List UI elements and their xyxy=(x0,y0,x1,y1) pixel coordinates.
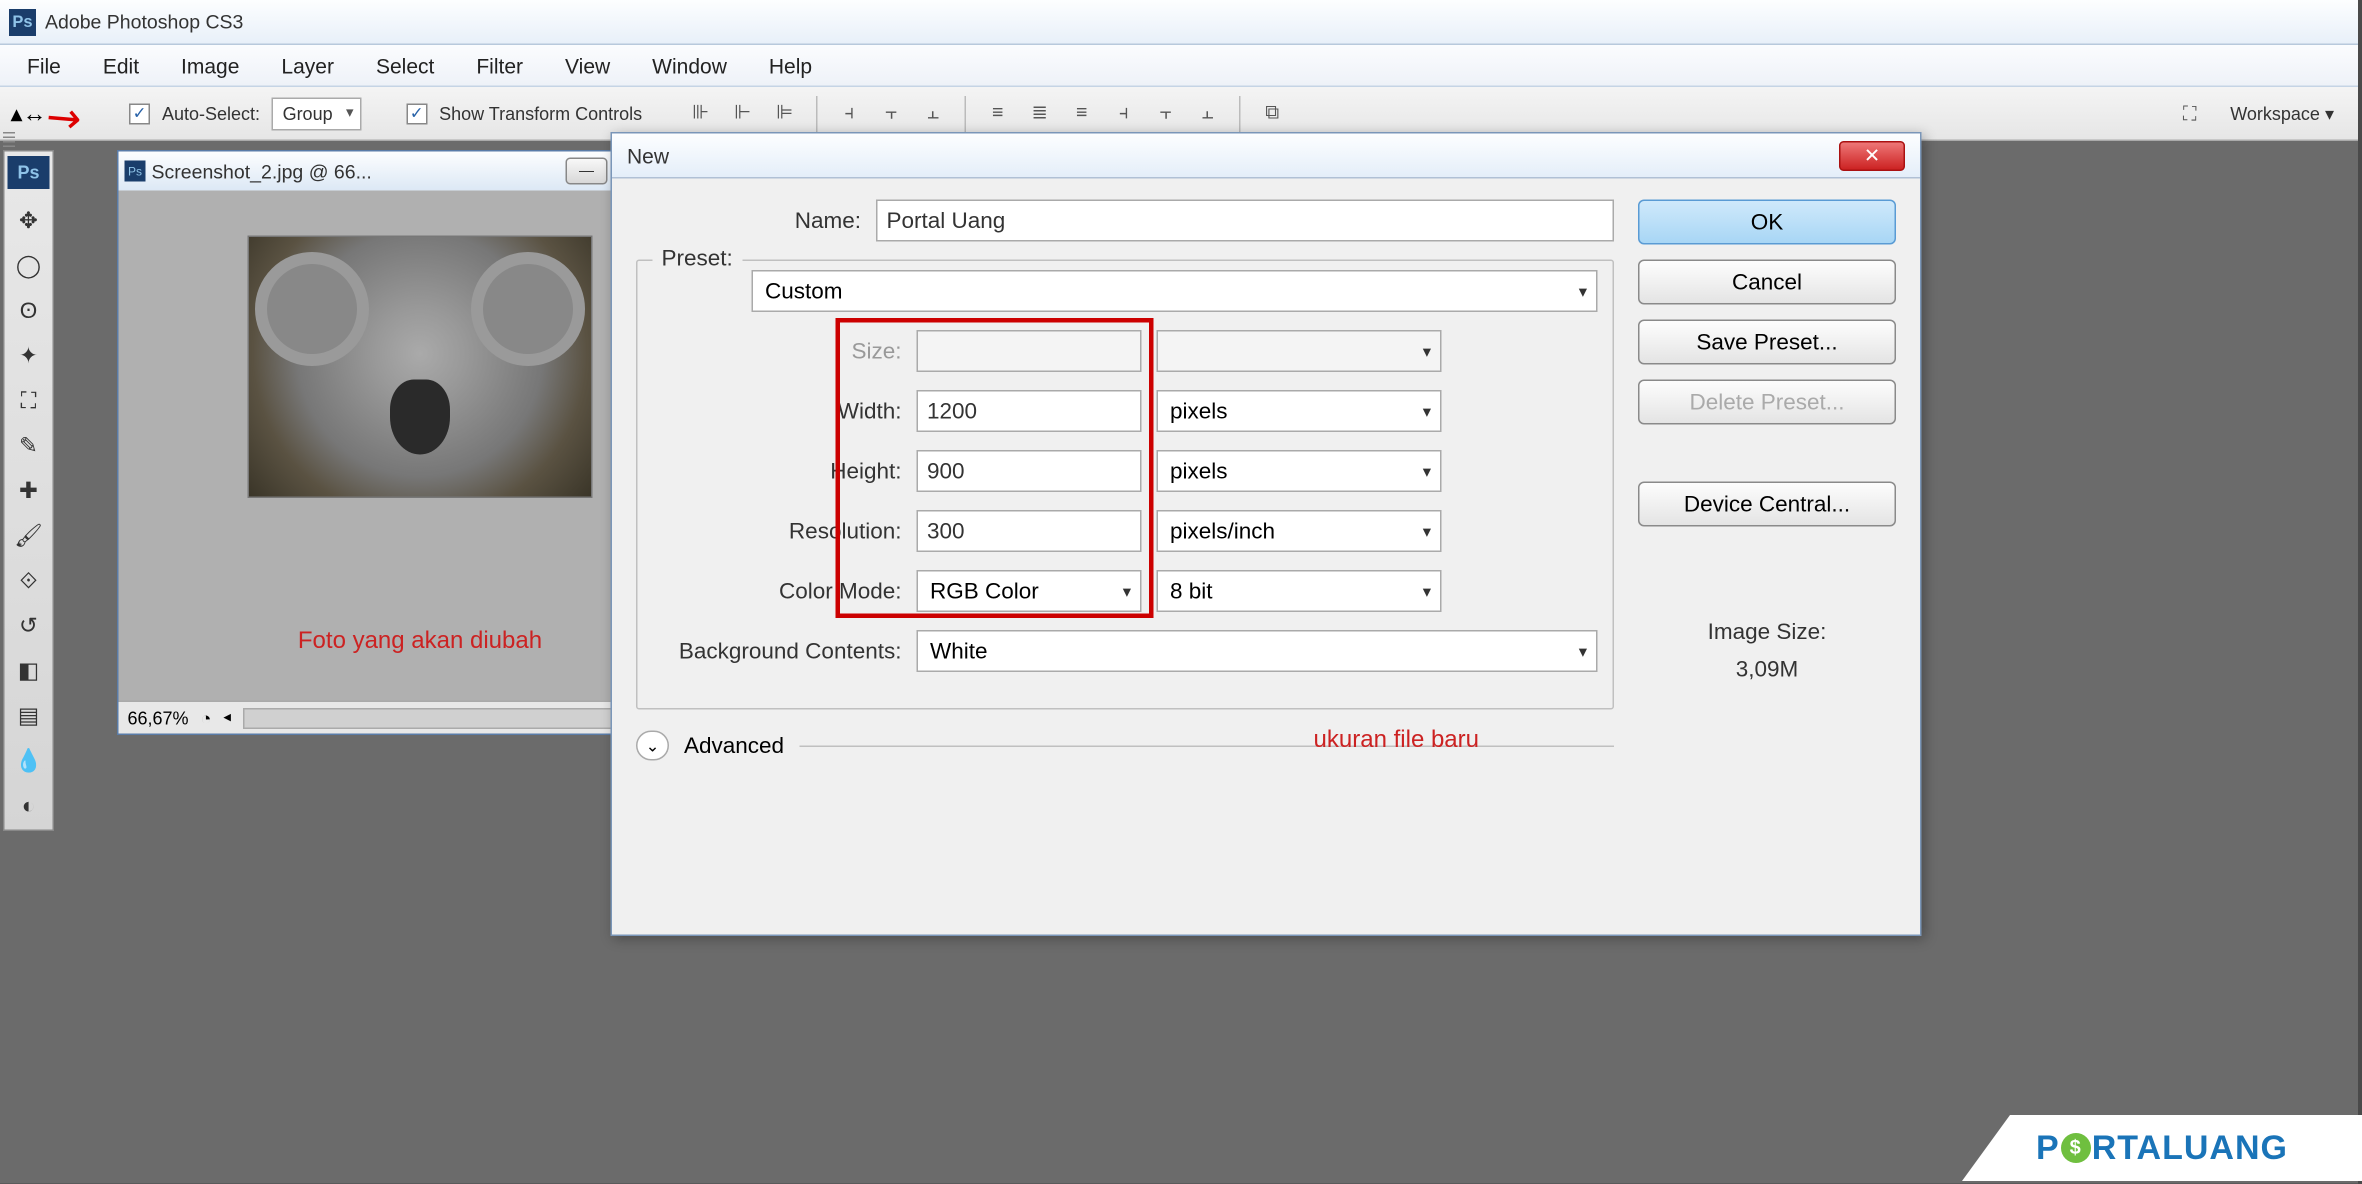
app-title: Adobe Photoshop CS3 xyxy=(45,11,243,34)
cancel-button[interactable]: Cancel xyxy=(1638,260,1896,305)
align-icon[interactable]: ⫟ xyxy=(875,95,908,128)
dialog-close-button[interactable]: ✕ xyxy=(1839,140,1905,170)
align-icon[interactable]: ⊫ xyxy=(768,95,801,128)
wand-tool[interactable]: ✦ xyxy=(9,336,48,375)
device-central-button[interactable]: Device Central... xyxy=(1638,482,1896,527)
preset-label: Preset: xyxy=(662,246,733,272)
workspace-button[interactable]: Workspace ▾ xyxy=(2218,98,2346,128)
eyedropper-tool[interactable]: ✎ xyxy=(9,426,48,465)
koala-image xyxy=(249,237,591,497)
resolution-input[interactable]: 300 xyxy=(917,510,1142,552)
doc-info-icon[interactable]: ◔ xyxy=(201,707,212,728)
bg-contents-label: Background Contents: xyxy=(653,638,902,664)
auto-select-dropdown[interactable]: Group xyxy=(272,97,361,130)
size-annotation: ukuran file baru xyxy=(1314,728,1479,755)
height-input[interactable]: 900 xyxy=(917,450,1142,492)
image-size-value: 3,09M xyxy=(1638,657,1896,683)
heal-tool[interactable]: ✚ xyxy=(9,471,48,510)
distribute-icon[interactable]: ≣ xyxy=(1023,95,1056,128)
menu-file[interactable]: File xyxy=(6,47,82,83)
height-unit-select[interactable]: pixels xyxy=(1157,450,1442,492)
dialog-titlebar[interactable]: New ✕ xyxy=(612,134,1920,179)
app-icon: Ps xyxy=(9,8,36,35)
new-dialog: New ✕ Name: Portal Uang Preset: xyxy=(611,132,1922,936)
minimize-button[interactable]: — xyxy=(566,158,608,185)
history-brush-tool[interactable]: ↺ xyxy=(9,606,48,645)
ps-badge-icon: Ps xyxy=(8,156,50,189)
align-icon[interactable]: ⫞ xyxy=(833,95,866,128)
dodge-tool[interactable]: ◐ xyxy=(9,786,48,825)
advanced-label: Advanced xyxy=(684,733,784,759)
align-icon[interactable]: ⊪ xyxy=(684,95,717,128)
align-icon[interactable]: ⫠ xyxy=(917,95,950,128)
advanced-toggle[interactable]: ⌄ xyxy=(636,731,669,761)
workspace: Ps ✥ ◯ ʘ ✦ ⛶ ✎ ✚ 🖌 ⟐ ↺ ◧ ▤ 💧 ◐ Ps Screen… xyxy=(0,141,2358,1184)
name-label: Name: xyxy=(636,208,861,234)
distribute-icon[interactable]: ≡ xyxy=(1065,95,1098,128)
resolution-unit-select[interactable]: pixels/inch xyxy=(1157,510,1442,552)
align-icons: ⊪ ⊩ ⊫ ⫞ ⫟ ⫠ ≡ ≣ ≡ ⫞ ⫟ ⫠ ⧉ xyxy=(684,95,1289,131)
save-preset-button[interactable]: Save Preset... xyxy=(1638,320,1896,365)
resolution-label: Resolution: xyxy=(653,518,902,544)
menu-window[interactable]: Window xyxy=(631,47,748,83)
width-input[interactable]: 1200 xyxy=(917,390,1142,432)
distribute-icon[interactable]: ⫟ xyxy=(1149,95,1182,128)
distribute-icon[interactable]: ⫠ xyxy=(1191,95,1224,128)
align-icon[interactable]: ⊩ xyxy=(726,95,759,128)
title-bar: Ps Adobe Photoshop CS3 xyxy=(0,0,2358,45)
show-transform-label: Show Transform Controls xyxy=(439,103,642,124)
screen-mode-icon[interactable]: ⛶ xyxy=(2173,97,2206,130)
dialog-title: New xyxy=(627,143,1839,167)
stamp-tool[interactable]: ⟐ xyxy=(9,561,48,600)
color-depth-select[interactable]: 8 bit xyxy=(1157,570,1442,612)
auto-select-checkbox[interactable]: ✓ xyxy=(129,103,150,124)
auto-select-label: Auto-Select: xyxy=(162,103,260,124)
zoom-level[interactable]: 66,67% xyxy=(128,707,189,728)
width-label: Width: xyxy=(653,398,902,424)
tool-palette: Ps ✥ ◯ ʘ ✦ ⛶ ✎ ✚ 🖌 ⟐ ↺ ◧ ▤ 💧 ◐ xyxy=(3,150,54,831)
menu-filter[interactable]: Filter xyxy=(455,47,544,83)
show-transform-checkbox[interactable]: ✓ xyxy=(406,103,427,124)
distribute-icon[interactable]: ⫞ xyxy=(1107,95,1140,128)
name-input[interactable]: Portal Uang xyxy=(876,200,1614,242)
color-mode-label: Color Mode: xyxy=(653,578,902,604)
lasso-tool[interactable]: ʘ xyxy=(9,291,48,330)
menu-view[interactable]: View xyxy=(544,47,631,83)
document-title: Screenshot_2.jpg @ 66... xyxy=(152,160,560,183)
move-tool[interactable]: ✥ xyxy=(9,201,48,240)
size-input xyxy=(917,330,1142,372)
arrange-icon[interactable]: ⧉ xyxy=(1256,95,1289,128)
marquee-tool[interactable]: ◯ xyxy=(9,246,48,285)
watermark-logo: P$RTALUANG xyxy=(1962,1115,2362,1181)
crop-tool[interactable]: ⛶ xyxy=(9,381,48,420)
size-label: Size: xyxy=(653,338,902,364)
menu-edit[interactable]: Edit xyxy=(82,47,160,83)
menu-layer[interactable]: Layer xyxy=(260,47,355,83)
brush-tool[interactable]: 🖌 xyxy=(9,516,48,555)
width-unit-select[interactable]: pixels xyxy=(1157,390,1442,432)
size-unit-select xyxy=(1157,330,1442,372)
doc-icon: Ps xyxy=(125,161,146,182)
menu-select[interactable]: Select xyxy=(355,47,455,83)
image-size-label: Image Size: xyxy=(1638,620,1896,646)
color-mode-select[interactable]: RGB Color xyxy=(917,570,1142,612)
blur-tool[interactable]: 💧 xyxy=(9,741,48,780)
menu-bar: File Edit Image Layer Select Filter View… xyxy=(0,45,2358,87)
menu-image[interactable]: Image xyxy=(160,47,260,83)
distribute-icon[interactable]: ≡ xyxy=(981,95,1014,128)
height-label: Height: xyxy=(653,458,902,484)
menu-help[interactable]: Help xyxy=(748,47,833,83)
move-tool-icon: ▴↔ xyxy=(12,97,45,130)
gradient-tool[interactable]: ▤ xyxy=(9,696,48,735)
eraser-tool[interactable]: ◧ xyxy=(9,651,48,690)
preset-select[interactable]: Custom xyxy=(752,270,1598,312)
ok-button[interactable]: OK xyxy=(1638,200,1896,245)
image-frame xyxy=(248,236,593,499)
delete-preset-button: Delete Preset... xyxy=(1638,380,1896,425)
bg-contents-select[interactable]: White xyxy=(917,630,1598,672)
